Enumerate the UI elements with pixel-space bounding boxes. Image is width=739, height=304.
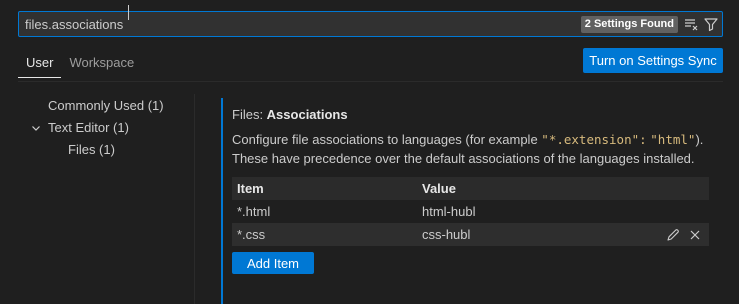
setting-description-text: Configure file associations to languages…	[232, 132, 542, 147]
results-count-badge: 2 Settings Found	[580, 15, 678, 33]
chevron-down-icon[interactable]	[28, 122, 44, 134]
settings-scope-tabs: User Workspace	[18, 48, 142, 82]
setting-files-associations: Files: Associations Configure file assoc…	[221, 98, 709, 304]
tabs-divider	[18, 81, 723, 82]
table-row[interactable]: *.css css-hubl	[232, 223, 709, 246]
tab-workspace[interactable]: Workspace	[61, 48, 142, 78]
settings-search-box[interactable]: 2 Settings Found	[18, 11, 723, 37]
toc-item-label: Commonly Used (1)	[48, 98, 164, 113]
toc-divider	[194, 94, 195, 304]
settings-toc: Commonly Used (1) Text Editor (1) Files …	[28, 95, 188, 161]
setting-description-code: "*.extension":	[541, 132, 647, 147]
search-input[interactable]	[19, 12, 581, 36]
associations-table: Item Value *.html html-hubl *.css css-hu…	[232, 177, 709, 246]
setting-description-code: "html"	[650, 132, 696, 147]
row-item: *.css	[237, 227, 266, 242]
row-value: html-hubl	[422, 204, 476, 219]
row-item: *.html	[237, 204, 271, 219]
turn-on-settings-sync-button[interactable]: Turn on Settings Sync	[583, 48, 723, 73]
close-icon[interactable]	[687, 227, 703, 243]
filter-icon[interactable]	[702, 15, 720, 33]
row-actions	[665, 227, 703, 243]
setting-focus-indicator	[221, 98, 223, 304]
column-header-item: Item	[237, 181, 264, 196]
setting-name: Associations	[266, 107, 348, 122]
tab-user[interactable]: User	[18, 48, 62, 78]
toc-item-label: Files (1)	[68, 142, 115, 157]
column-header-value: Value	[422, 181, 456, 196]
toc-item-files[interactable]: Files (1)	[28, 139, 188, 161]
toc-item-text-editor[interactable]: Text Editor (1)	[28, 117, 188, 139]
clear-filter-icon[interactable]	[682, 15, 700, 33]
setting-title: Files: Associations	[232, 107, 709, 124]
toc-item-label: Text Editor (1)	[48, 120, 129, 135]
toc-item-commonly-used[interactable]: Commonly Used (1)	[28, 95, 188, 117]
add-item-button[interactable]: Add Item	[232, 252, 314, 274]
setting-description: Configure file associations to languages…	[232, 130, 707, 168]
edit-icon[interactable]	[665, 227, 681, 243]
table-header-row: Item Value	[232, 177, 709, 200]
setting-category: Files:	[232, 107, 267, 122]
table-row[interactable]: *.html html-hubl	[232, 200, 709, 223]
text-cursor	[128, 5, 129, 20]
